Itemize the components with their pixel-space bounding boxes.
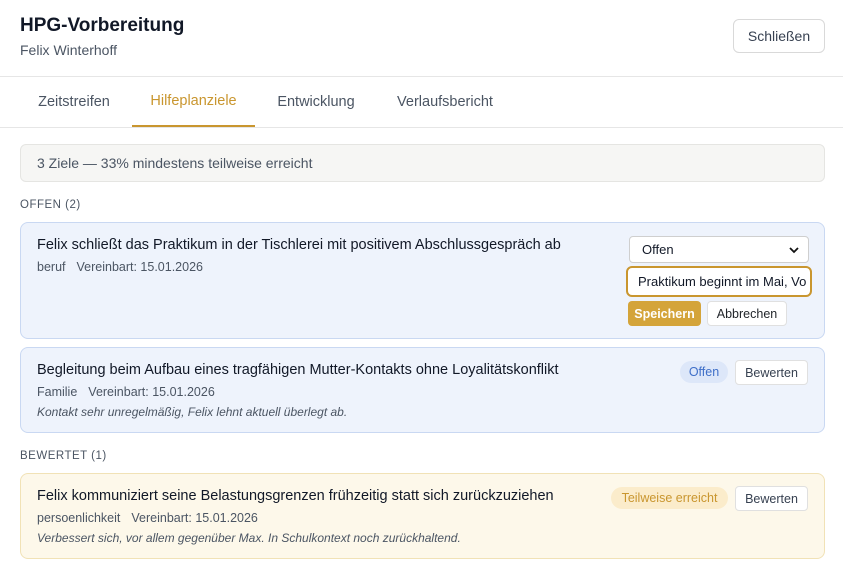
goal-meta: beruf Vereinbart: 15.01.2026 xyxy=(37,260,203,274)
rate-button[interactable]: Bewerten xyxy=(735,486,808,511)
goal-title: Felix kommuniziert seine Belastungsgrenz… xyxy=(37,488,554,504)
goals-summary: 3 Ziele — 33% mindestens teilweise errei… xyxy=(20,144,825,182)
goal-title: Felix schließt das Praktikum in der Tisc… xyxy=(37,237,561,253)
goal-title: Begleitung beim Aufbau eines tragfähigen… xyxy=(37,362,559,378)
rate-button[interactable]: Bewerten xyxy=(735,360,808,385)
page-title: HPG-Vorbereitung xyxy=(20,15,185,36)
goal-card: Felix schließt das Praktikum in der Tisc… xyxy=(20,222,825,339)
goal-card: Begleitung beim Aufbau eines tragfähigen… xyxy=(20,347,825,433)
note-input[interactable]: Praktikum beginnt im Mai, Vo xyxy=(626,266,812,297)
section-label-open: OFFEN (2) xyxy=(20,199,81,211)
save-button[interactable]: Speichern xyxy=(628,301,701,326)
goal-category: Familie xyxy=(37,385,78,399)
goal-agreed-date: Vereinbart: 15.01.2026 xyxy=(76,260,204,274)
chevron-down-icon xyxy=(789,247,799,254)
goal-note: Kontakt sehr unregelmäßig, Felix lehnt a… xyxy=(37,405,348,419)
tab-zeitstreifen[interactable]: Zeitstreifen xyxy=(20,77,128,127)
goal-agreed-date: Vereinbart: 15.01.2026 xyxy=(88,385,215,399)
goal-meta: persoenlichkeit Vereinbart: 15.01.2026 xyxy=(37,511,258,525)
goal-category: beruf xyxy=(37,260,66,274)
close-button[interactable]: Schließen xyxy=(733,19,825,53)
status-select[interactable]: Offen xyxy=(629,236,809,263)
status-badge: Offen xyxy=(680,361,728,383)
section-label-rated: BEWERTET (1) xyxy=(20,450,107,462)
dialog-header: HPG-Vorbereitung Felix Winterhoff Schlie… xyxy=(0,0,843,77)
status-select-value: Offen xyxy=(642,242,674,257)
cancel-button[interactable]: Abbrechen xyxy=(707,301,787,326)
tab-entwicklung[interactable]: Entwicklung xyxy=(259,77,373,127)
goal-agreed-date: Vereinbart: 15.01.2026 xyxy=(131,511,258,525)
client-name: Felix Winterhoff xyxy=(20,42,117,58)
goal-note: Verbessert sich, vor allem gegenüber Max… xyxy=(37,531,461,545)
goal-category: persoenlichkeit xyxy=(37,511,121,525)
goal-card: Felix kommuniziert seine Belastungsgrenz… xyxy=(20,473,825,559)
status-badge: Teilweise erreicht xyxy=(611,487,728,509)
tab-verlaufsbericht[interactable]: Verlaufsbericht xyxy=(377,77,513,127)
tab-hilfeplanziele[interactable]: Hilfeplanziele xyxy=(132,77,255,127)
goal-meta: Familie Vereinbart: 15.01.2026 xyxy=(37,385,215,399)
tab-bar: Zeitstreifen Hilfeplanziele Entwicklung … xyxy=(0,77,843,128)
